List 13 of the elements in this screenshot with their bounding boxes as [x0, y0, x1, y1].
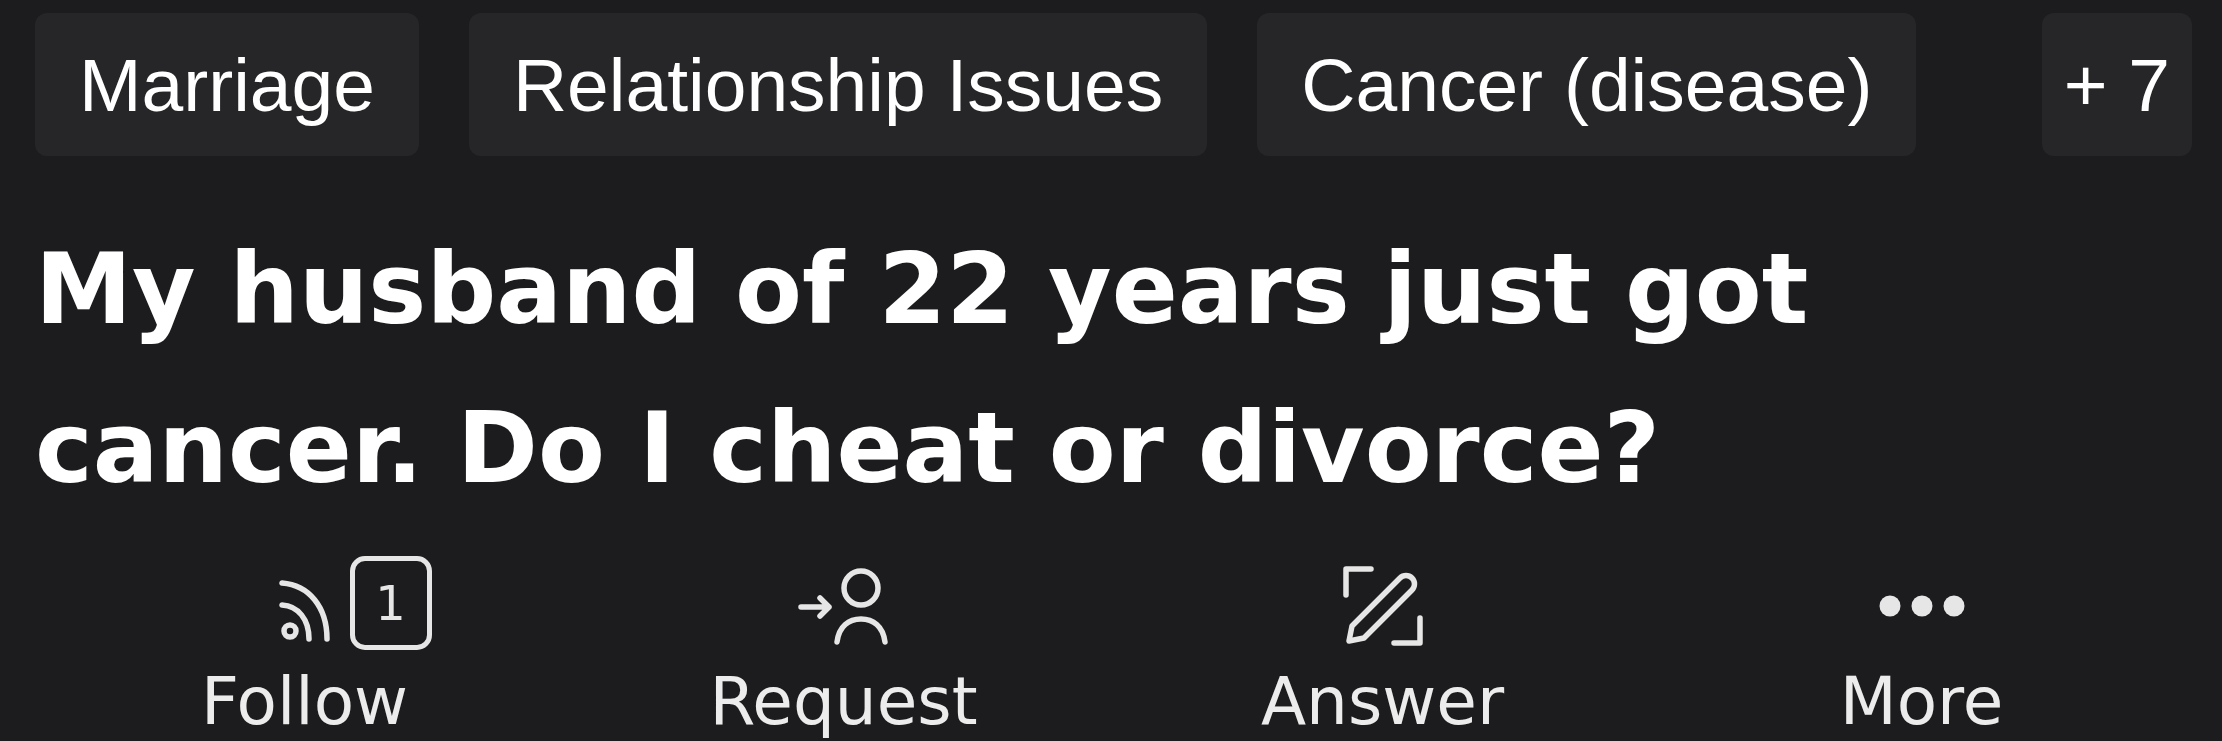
- more-button[interactable]: More: [1807, 556, 2036, 740]
- request-button[interactable]: Request: [677, 556, 1010, 740]
- more-topics-button[interactable]: + 7: [2041, 13, 2192, 156]
- person-arrow-icon: [797, 567, 890, 645]
- ellipsis-icon: [1878, 595, 1965, 617]
- topic-tag[interactable]: Marriage: [35, 13, 419, 156]
- question-title: My husband of 22 years just got cancer. Do I cheat or divorce?: [35, 231, 1810, 507]
- pencil-icon: [1342, 565, 1423, 647]
- answer-button[interactable]: Answer: [1228, 556, 1537, 740]
- follow-button[interactable]: 1 Follow: [169, 556, 440, 740]
- count-badge: 1: [349, 556, 432, 650]
- topic-tag[interactable]: Cancer (disease): [1257, 13, 1917, 156]
- topic-tag[interactable]: Relationship Issues: [468, 13, 1208, 156]
